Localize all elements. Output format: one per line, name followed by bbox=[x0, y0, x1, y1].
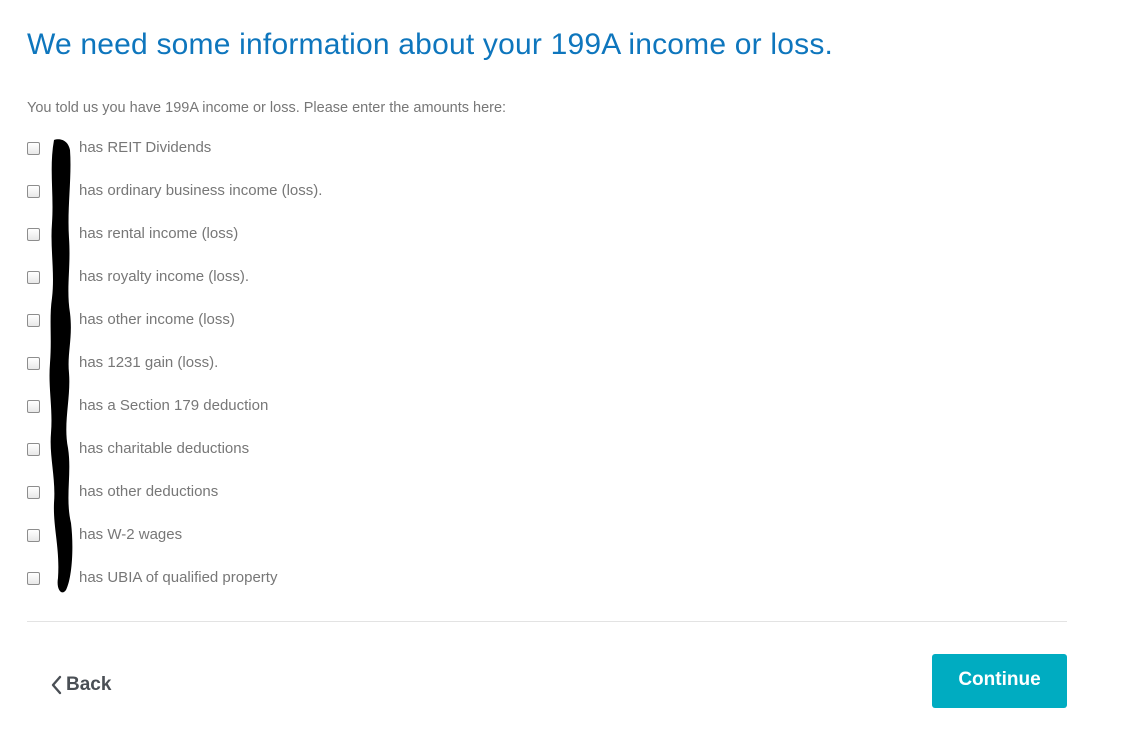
page-title: We need some information about your 199A… bbox=[27, 28, 834, 61]
option-charitable-deductions[interactable]: has charitable deductions bbox=[27, 438, 727, 481]
divider bbox=[27, 621, 1067, 622]
option-other-deductions[interactable]: has other deductions bbox=[27, 481, 727, 524]
redacted-entity-name bbox=[40, 266, 79, 284]
checkbox-section-179-deduction[interactable] bbox=[27, 400, 40, 413]
chevron-left-icon bbox=[50, 675, 62, 695]
redacted-entity-name bbox=[40, 180, 79, 198]
redacted-entity-name bbox=[40, 524, 79, 542]
redacted-entity-name bbox=[40, 223, 79, 241]
intro-text: You told us you have 199A income or loss… bbox=[27, 100, 507, 116]
option-royalty-income[interactable]: has royalty income (loss). bbox=[27, 266, 727, 309]
option-1231-gain[interactable]: has 1231 gain (loss). bbox=[27, 352, 727, 395]
back-label: Back bbox=[66, 674, 112, 695]
option-label: has rental income (loss) bbox=[79, 225, 239, 242]
redacted-entity-name bbox=[40, 309, 79, 327]
checkbox-other-income[interactable] bbox=[27, 314, 40, 327]
checkbox-w2-wages[interactable] bbox=[27, 529, 40, 542]
redacted-entity-name bbox=[40, 352, 79, 370]
redacted-entity-name bbox=[40, 395, 79, 413]
checkbox-1231-gain[interactable] bbox=[27, 357, 40, 370]
back-button[interactable]: Back bbox=[50, 672, 111, 698]
checkbox-ordinary-business-income[interactable] bbox=[27, 185, 40, 198]
redacted-entity-name bbox=[40, 137, 79, 155]
option-label: has REIT Dividends bbox=[79, 139, 212, 156]
option-reit-dividends[interactable]: has REIT Dividends bbox=[27, 137, 727, 180]
redacted-entity-name bbox=[40, 481, 79, 499]
option-section-179-deduction[interactable]: has a Section 179 deduction bbox=[27, 395, 727, 438]
option-label: has other deductions bbox=[79, 483, 219, 500]
option-w2-wages[interactable]: has W-2 wages bbox=[27, 524, 727, 567]
checkbox-reit-dividends[interactable] bbox=[27, 142, 40, 155]
checkbox-ubia-qualified-property[interactable] bbox=[27, 572, 40, 585]
page: We need some information about your 199A… bbox=[0, 0, 1132, 753]
option-other-income[interactable]: has other income (loss) bbox=[27, 309, 727, 352]
option-rental-income[interactable]: has rental income (loss) bbox=[27, 223, 727, 266]
checkbox-rental-income[interactable] bbox=[27, 228, 40, 241]
checkbox-other-deductions[interactable] bbox=[27, 486, 40, 499]
option-label: has ordinary business income (loss). bbox=[79, 182, 323, 199]
option-ordinary-business-income[interactable]: has ordinary business income (loss). bbox=[27, 180, 727, 223]
option-label: has other income (loss) bbox=[79, 311, 235, 328]
option-label: has charitable deductions bbox=[79, 440, 250, 457]
redacted-entity-name bbox=[40, 567, 79, 585]
income-options-list: has REIT Dividends has ordinary business… bbox=[27, 137, 727, 610]
option-label: has a Section 179 deduction bbox=[79, 397, 269, 414]
option-ubia-qualified-property[interactable]: has UBIA of qualified property bbox=[27, 567, 727, 610]
option-label: has UBIA of qualified property bbox=[79, 569, 278, 586]
redacted-entity-name bbox=[40, 438, 79, 456]
option-label: has royalty income (loss). bbox=[79, 268, 250, 285]
checkbox-royalty-income[interactable] bbox=[27, 271, 40, 284]
continue-button[interactable]: Continue bbox=[932, 654, 1067, 708]
option-label: has 1231 gain (loss). bbox=[79, 354, 219, 371]
checkbox-charitable-deductions[interactable] bbox=[27, 443, 40, 456]
option-label: has W-2 wages bbox=[79, 526, 183, 543]
